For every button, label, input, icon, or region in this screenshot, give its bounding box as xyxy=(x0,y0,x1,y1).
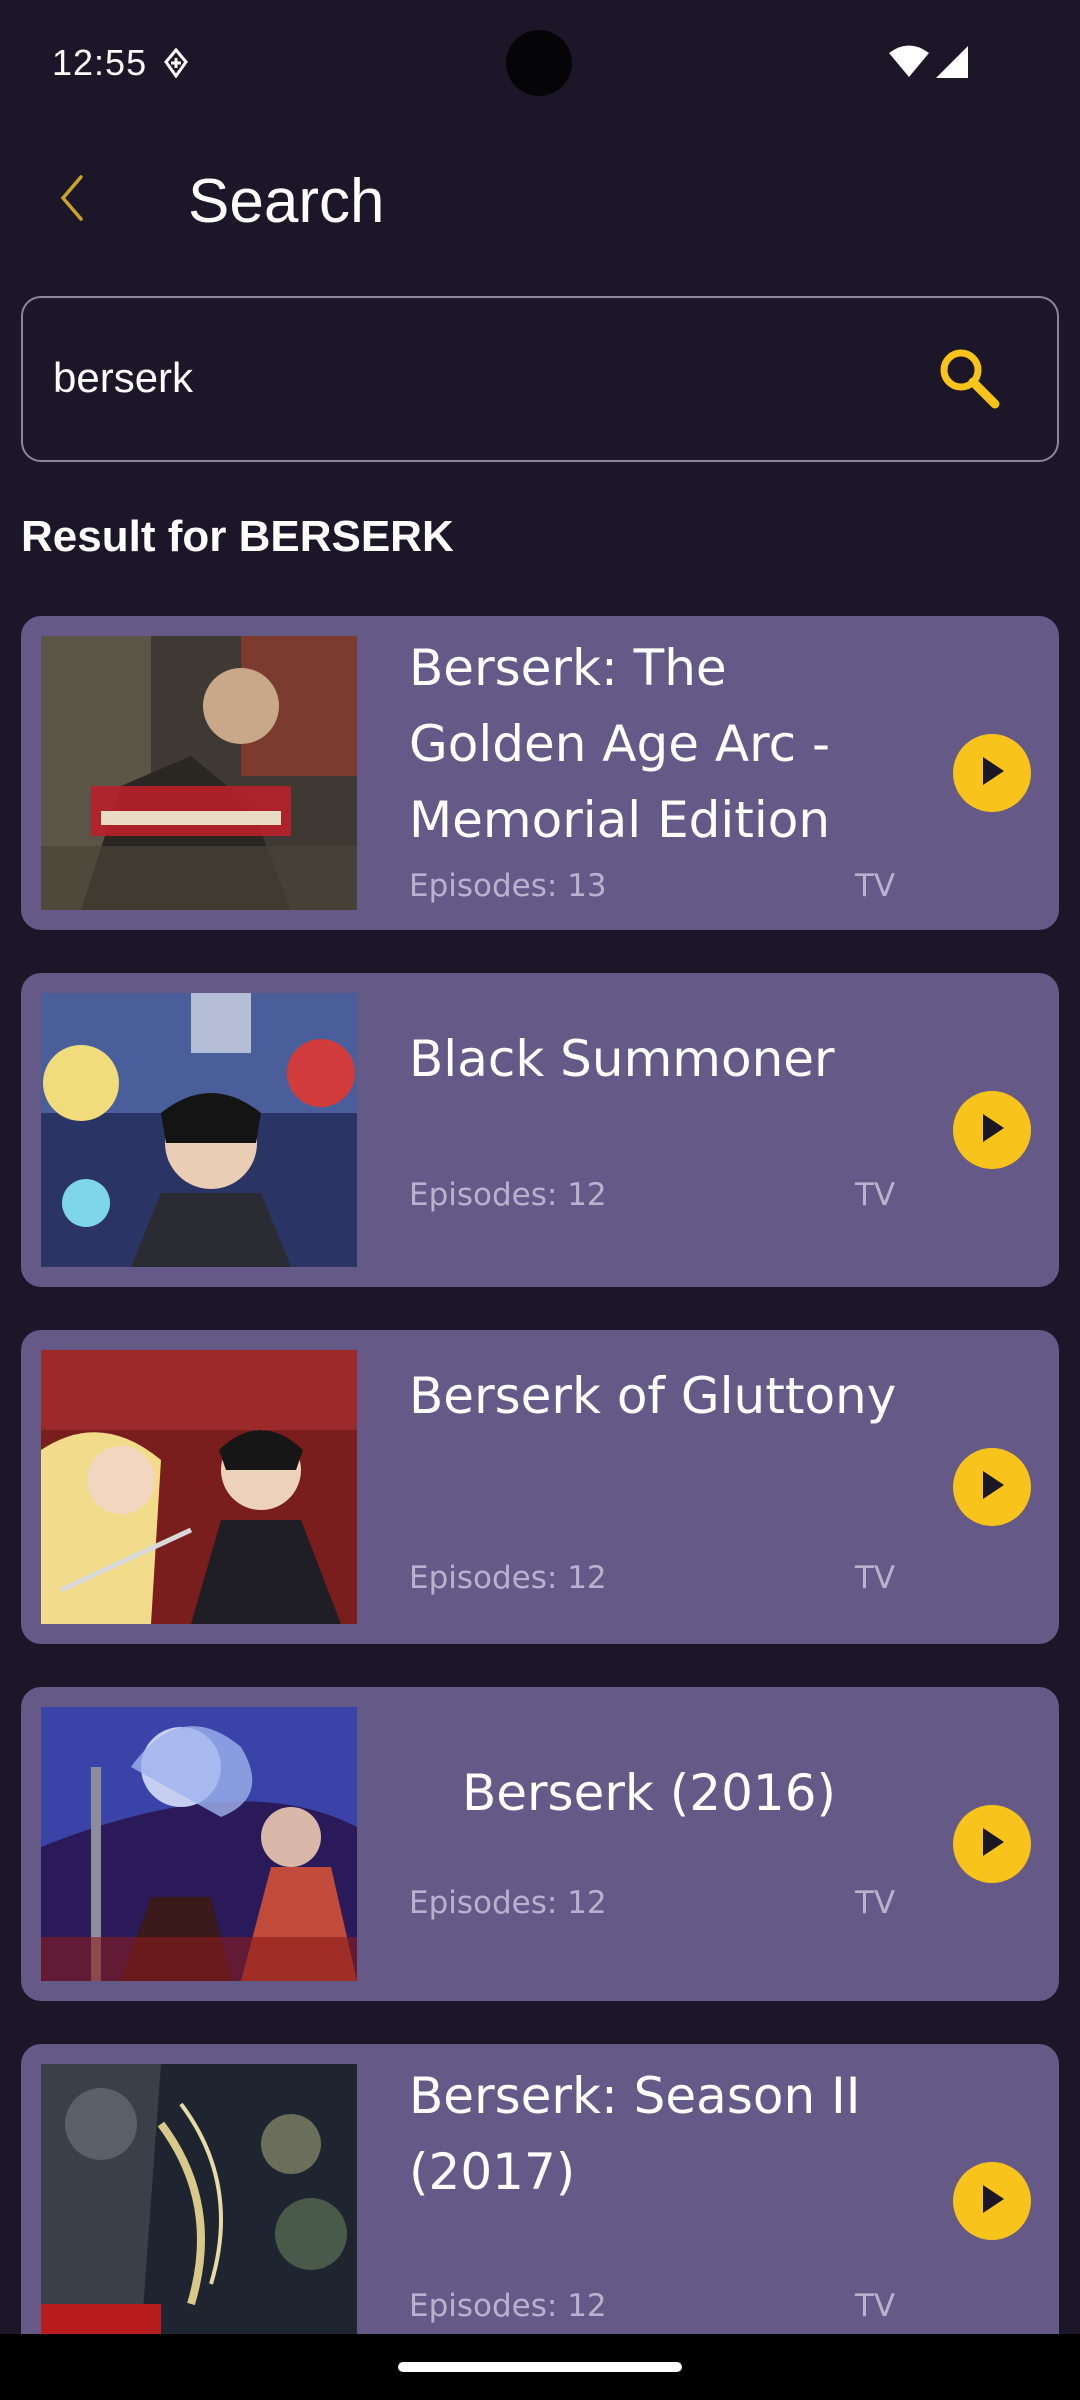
card-episodes: Episodes: 12 xyxy=(409,2288,607,2324)
poster-image xyxy=(41,636,357,910)
card-title: Berserk: Season II (2017) xyxy=(409,2067,861,2201)
play-button[interactable] xyxy=(953,1805,1031,1883)
wifi-icon xyxy=(888,44,930,78)
card-type: TV xyxy=(855,1885,896,1921)
poster-image xyxy=(41,993,357,1267)
app-bar: Search xyxy=(0,150,1080,260)
play-icon xyxy=(977,1468,1007,1507)
data-saver-icon xyxy=(162,47,190,79)
play-button[interactable] xyxy=(953,2162,1031,2240)
card-episodes: Episodes: 12 xyxy=(409,1177,607,1213)
cellular-signal-icon xyxy=(934,44,970,80)
card-type: TV xyxy=(855,1177,896,1213)
home-indicator[interactable] xyxy=(398,2362,682,2372)
play-button[interactable] xyxy=(953,734,1031,812)
poster-image xyxy=(41,1707,357,1981)
card-type: TV xyxy=(855,1560,896,1596)
play-icon xyxy=(977,2182,1007,2221)
status-bar: 12:55 xyxy=(0,0,1080,130)
result-card[interactable]: Berserk: Season II (2017) Episodes: 12 T… xyxy=(21,2044,1059,2358)
play-icon xyxy=(977,754,1007,793)
play-button[interactable] xyxy=(953,1448,1031,1526)
card-title: Berserk: The Golden Age Arc - Memorial E… xyxy=(409,639,831,849)
result-card[interactable]: Berserk (2016) Episodes: 12 TV xyxy=(21,1687,1059,2001)
back-button[interactable] xyxy=(40,168,104,232)
search-button[interactable] xyxy=(929,340,1009,420)
result-card[interactable]: Black Summoner Episodes: 12 TV xyxy=(21,973,1059,1287)
play-button[interactable] xyxy=(953,1091,1031,1169)
card-episodes: Episodes: 13 xyxy=(409,868,607,904)
search-field[interactable] xyxy=(21,296,1059,462)
status-time: 12:55 xyxy=(52,42,148,83)
camera-cutout xyxy=(506,30,572,96)
card-title: Black Summoner xyxy=(409,1030,835,1088)
card-episodes: Episodes: 12 xyxy=(409,1560,607,1596)
card-title: Berserk of Gluttony xyxy=(409,1367,897,1425)
card-episodes: Episodes: 12 xyxy=(409,1885,607,1921)
card-type: TV xyxy=(855,868,896,904)
result-heading: Result for BERSERK xyxy=(21,512,454,561)
play-icon xyxy=(977,1825,1007,1864)
search-icon xyxy=(935,344,1003,417)
poster-image xyxy=(41,1350,357,1624)
poster-image xyxy=(41,2064,357,2338)
play-icon xyxy=(977,1111,1007,1150)
navigation-bar xyxy=(0,2334,1080,2400)
page-title: Search xyxy=(188,167,385,236)
search-input[interactable] xyxy=(53,338,873,418)
chevron-left-icon xyxy=(57,173,87,228)
card-type: TV xyxy=(855,2288,896,2324)
card-title: Berserk (2016) xyxy=(461,1764,837,1822)
result-card[interactable]: Berserk of Gluttony Episodes: 12 TV xyxy=(21,1330,1059,1644)
result-card[interactable]: Berserk: The Golden Age Arc - Memorial E… xyxy=(21,616,1059,930)
